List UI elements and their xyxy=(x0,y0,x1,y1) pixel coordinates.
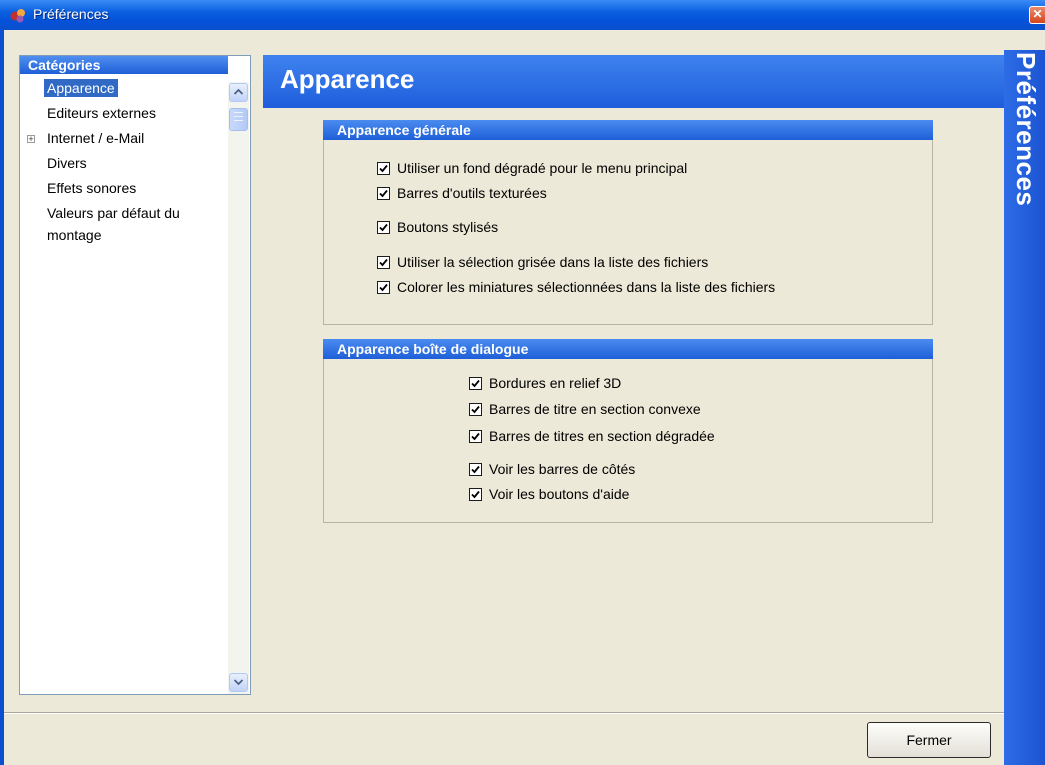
page-title: Apparence xyxy=(280,64,415,94)
option-boutons-aide[interactable]: Voir les boutons d'aide xyxy=(469,485,629,503)
option-label: Barres d'outils texturées xyxy=(397,185,547,201)
side-banner: Préférences xyxy=(1004,50,1045,765)
checkbox[interactable] xyxy=(377,162,390,175)
scroll-down-icon[interactable] xyxy=(229,673,248,692)
checkbox[interactable] xyxy=(469,463,482,476)
page-header: Apparence xyxy=(263,55,1004,108)
category-scrollbar[interactable] xyxy=(228,82,249,694)
checkbox[interactable] xyxy=(469,377,482,390)
group-apparence-generale: Apparence générale Utiliser un fond dégr… xyxy=(323,120,933,325)
check-icon xyxy=(379,258,388,267)
option-selection-grisee[interactable]: Utiliser la sélection grisée dans la lis… xyxy=(377,253,708,271)
option-bordures-relief[interactable]: Bordures en relief 3D xyxy=(469,374,621,392)
option-label: Voir les barres de côtés xyxy=(489,461,636,477)
checkbox[interactable] xyxy=(469,430,482,443)
window-frame xyxy=(0,30,4,765)
checkbox[interactable] xyxy=(377,187,390,200)
check-icon xyxy=(471,490,480,499)
category-item-apparence[interactable]: Apparence xyxy=(20,76,228,101)
check-icon xyxy=(471,379,480,388)
group-title: Apparence générale xyxy=(323,120,933,140)
checkbox[interactable] xyxy=(377,221,390,234)
checkbox[interactable] xyxy=(469,403,482,416)
check-icon xyxy=(379,189,388,198)
checkbox[interactable] xyxy=(377,281,390,294)
check-icon xyxy=(471,465,480,474)
scroll-thumb[interactable] xyxy=(229,108,248,131)
option-label: Bordures en relief 3D xyxy=(489,375,622,391)
check-icon xyxy=(471,432,480,441)
option-boutons-stylises[interactable]: Boutons stylisés xyxy=(377,218,498,236)
category-item-label: Apparence xyxy=(44,79,118,97)
check-icon xyxy=(379,283,388,292)
option-label: Barres de titres en section dégradée xyxy=(489,428,715,444)
plus-icon[interactable]: + xyxy=(27,135,35,144)
category-item-label: Divers xyxy=(47,155,87,171)
option-label: Boutons stylisés xyxy=(397,219,499,235)
category-item-editeurs[interactable]: Editeurs externes xyxy=(20,101,228,126)
category-item-divers[interactable]: Divers xyxy=(20,151,228,176)
group-title: Apparence boîte de dialogue xyxy=(323,339,933,359)
window-close-button[interactable]: ✕ xyxy=(1029,6,1045,24)
option-label: Voir les boutons d'aide xyxy=(489,486,630,502)
option-barres-cotes[interactable]: Voir les barres de côtés xyxy=(469,460,635,478)
category-list: Apparence Editeurs externes + Internet /… xyxy=(20,76,228,248)
category-header: Catégories xyxy=(20,56,228,74)
window-title: Préférences xyxy=(33,6,109,22)
category-item-label: Valeurs par défaut du montage xyxy=(47,205,180,243)
side-banner-label: Préférences xyxy=(1011,52,1041,207)
checkbox[interactable] xyxy=(469,488,482,501)
category-item-label: Effets sonores xyxy=(47,180,137,196)
option-titre-convexe[interactable]: Barres de titre en section convexe xyxy=(469,400,701,418)
option-label: Barres de titre en section convexe xyxy=(489,401,701,417)
category-item-internet[interactable]: + Internet / e-Mail xyxy=(20,126,228,151)
close-button[interactable]: Fermer xyxy=(867,722,991,758)
category-item-effets-sonores[interactable]: Effets sonores xyxy=(20,176,228,201)
option-titre-degradee[interactable]: Barres de titres en section dégradée xyxy=(469,427,715,445)
check-icon xyxy=(379,223,388,232)
category-item-label: Internet / e-Mail xyxy=(47,130,145,146)
option-fond-degrade[interactable]: Utiliser un fond dégradé pour le menu pr… xyxy=(377,159,687,177)
scroll-up-icon[interactable] xyxy=(229,83,248,102)
option-colorer-miniatures[interactable]: Colorer les miniatures sélectionnées dan… xyxy=(377,278,775,296)
title-bar: Préférences ✕ xyxy=(0,0,1045,30)
check-icon xyxy=(379,164,388,173)
option-barres-outils[interactable]: Barres d'outils texturées xyxy=(377,184,547,202)
option-label: Colorer les miniatures sélectionnées dan… xyxy=(397,279,776,295)
check-icon xyxy=(471,405,480,414)
footer-separator-highlight xyxy=(4,713,1004,714)
app-icon xyxy=(10,7,26,23)
checkbox[interactable] xyxy=(377,256,390,269)
category-item-label: Editeurs externes xyxy=(47,105,156,121)
group-apparence-dialogue: Apparence boîte de dialogue Bordures en … xyxy=(323,339,933,523)
category-panel: Catégories Apparence Editeurs externes +… xyxy=(19,55,251,695)
option-label: Utiliser la sélection grisée dans la lis… xyxy=(397,254,709,270)
category-item-valeurs-montage[interactable]: Valeurs par défaut du montage xyxy=(20,201,228,248)
option-label: Utiliser un fond dégradé pour le menu pr… xyxy=(397,160,688,176)
